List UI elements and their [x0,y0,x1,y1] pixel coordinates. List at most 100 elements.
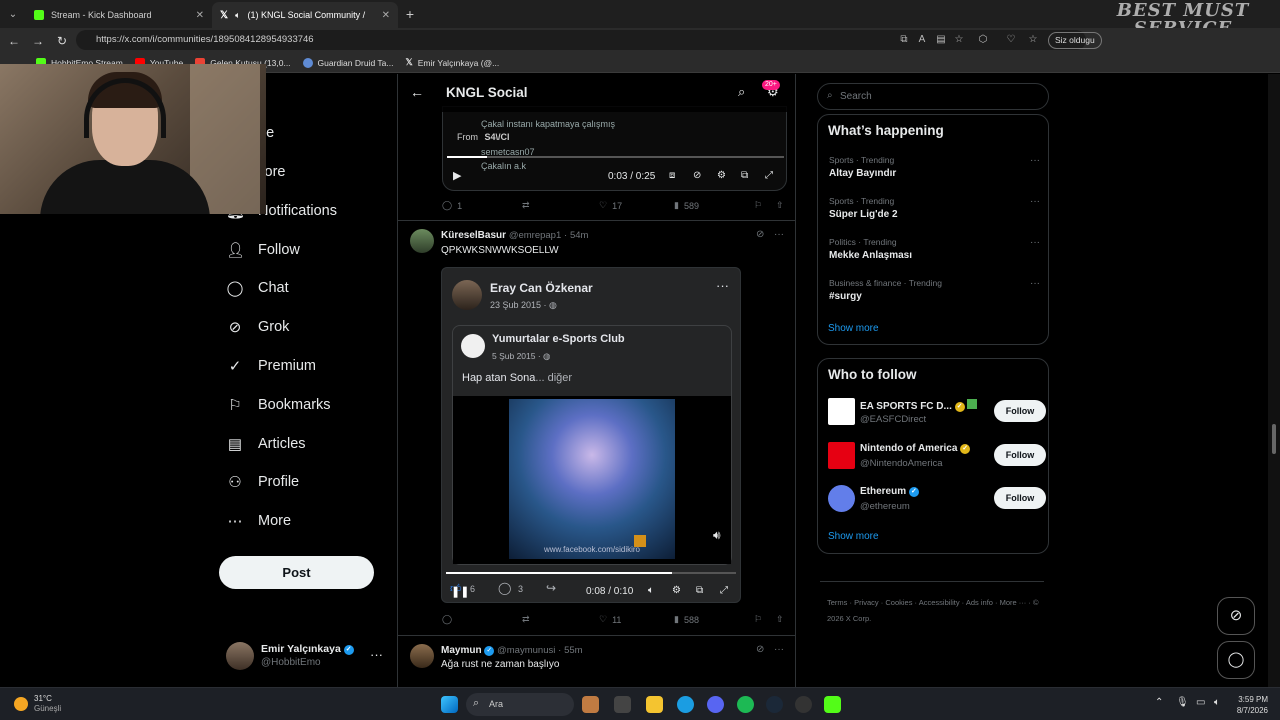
task-view-icon[interactable] [614,696,631,713]
footer-link[interactable]: Terms [827,598,847,607]
gear-icon[interactable]: ⚙ [717,170,726,181]
like-button[interactable]: ♡ 17 [599,200,674,211]
show-more-link[interactable]: Show more [828,531,879,542]
follow-button[interactable]: Follow [994,400,1046,422]
grok-floating-button[interactable]: ⊘ [1217,597,1255,635]
embedded-video[interactable]: Eray Can Özkenar 23 Şub 2015 · ◍ ··· Yum… [441,267,741,603]
views-button[interactable]: ▮ 588 [674,614,754,625]
avatar[interactable] [410,229,434,253]
gear-icon[interactable]: ⚙ [672,585,681,596]
fullscreen-icon[interactable]: ⤢ [720,585,728,596]
chat-floating-button[interactable]: ◯ [1217,641,1255,679]
nav-item-articles[interactable]: ▤ Articles [226,435,306,453]
footer-link[interactable]: Accessibility [919,598,960,607]
favorite-icon[interactable]: ☆ [952,33,966,47]
footer-link[interactable]: Ads info [966,598,993,607]
repost-button[interactable]: ⇄ [522,200,599,211]
new-tab-button[interactable]: + [398,6,422,22]
nav-item-grok[interactable]: ⊘ Grok [226,318,290,336]
chevron-up-icon[interactable]: ⌃ [1155,697,1163,708]
reply-button[interactable]: ◯ 1 [442,200,522,211]
reload-icon[interactable]: ↻ [50,34,74,48]
widgets-icon[interactable] [582,696,599,713]
more-icon[interactable]: ··· [1030,237,1040,248]
search-input[interactable]: ⌕ Search [817,83,1049,110]
video-progress-track[interactable] [447,156,784,158]
more-icon[interactable]: ··· [1030,155,1040,166]
page-scrollbar[interactable] [1268,74,1280,687]
more-icon[interactable]: ··· [1030,196,1040,207]
close-icon[interactable]: ✕ [196,10,204,21]
windows-start-icon[interactable] [441,696,458,713]
follow-suggestion[interactable]: Nintendo of America ✓ @NintendoAmerica F… [828,441,1046,471]
steam-icon[interactable] [766,696,783,713]
nav-item-bookmarks[interactable]: ⚐ Bookmarks [226,396,330,414]
pip-icon[interactable]: ⧉ [696,585,703,596]
reply-button[interactable]: ◯ [442,614,522,625]
grok-icon[interactable]: ⊘ [756,644,764,655]
bookmark-item[interactable]: 𝕏 Emir Yalçınkaya (@... [405,57,499,68]
kick-icon[interactable] [824,696,841,713]
volume-icon[interactable]: 🔈︎ [1214,697,1220,708]
file-explorer-icon[interactable] [646,696,663,713]
post-button[interactable]: Post [219,556,374,589]
more-icon[interactable]: ··· [370,647,383,662]
translate-icon[interactable]: A [915,33,929,47]
obs-icon[interactable] [795,696,812,713]
pip-icon[interactable]: ⧉ [741,170,748,181]
captions-icon[interactable]: ⧈ [669,170,675,181]
nav-item-follow[interactable]: 👤︎ Follow [226,241,300,259]
network-icon[interactable]: ▭ [1196,697,1205,708]
nav-item-chat[interactable]: ◯ Chat [226,279,289,297]
collections-icon[interactable]: ☆ [1026,33,1040,47]
grok-icon[interactable]: ⊘ [756,229,764,240]
reader-icon[interactable]: ▤ [934,33,948,47]
spotify-icon[interactable] [737,696,754,713]
author-name[interactable]: Maymun [441,645,482,656]
speaker-icon[interactable]: 🔈︎ [235,10,240,21]
footer-link[interactable]: More ··· [1000,598,1027,607]
microphone-icon[interactable]: 🎙︎ [1176,697,1189,708]
footer-link[interactable]: Cookies [885,598,912,607]
more-icon[interactable]: ··· [774,644,784,655]
author-name[interactable]: KüreselBasur [441,230,506,241]
search-icon[interactable]: ⌕ [738,84,745,100]
follow-suggestion[interactable]: Ethereum ✓ @ethereum Follow [828,484,1046,514]
play-icon[interactable]: ▶ [453,169,461,182]
account-switcher[interactable]: Emir Yalçınkaya ✓ @HobbitEmo ··· [226,641,386,673]
tab-kngl-social[interactable]: 𝕏 🔈︎ (1) KNGL Social Community / ✕ [212,2,398,28]
discord-icon[interactable] [707,696,724,713]
show-more-link[interactable]: Show more [828,323,879,334]
repost-button[interactable]: ⇄ [522,614,599,625]
taskbar-search[interactable]: ⌕ Ara [466,693,574,716]
tab-actions-button[interactable]: ⌄ [0,9,26,20]
bookmark-button[interactable]: ⚐ [754,200,776,211]
more-icon[interactable]: ··· [774,229,784,240]
nav-item-premium[interactable]: ✓ Premium [226,357,316,375]
nav-item-profile[interactable]: ⚇ Profile [226,473,299,491]
video-player[interactable]: Çakal instanı kapatmaya çalışmış semetca… [442,106,787,191]
follow-button[interactable]: Follow [994,487,1046,509]
close-icon[interactable]: ✕ [382,10,390,21]
views-button[interactable]: ▮ 589 [674,200,754,211]
trend-item[interactable]: Business & finance · Trending #surgy ··· [829,278,1044,302]
extensions-icon[interactable]: ⬡ [976,33,990,47]
trend-item[interactable]: Politics · Trending Mekke Anlaşması ··· [829,237,1044,261]
avatar[interactable] [410,644,434,668]
back-arrow-icon[interactable]: ← [410,84,424,100]
weather-widget[interactable]: 31°C Güneşli [34,694,61,714]
tab-kick-dashboard[interactable]: Stream - Kick Dashboard ✕ [26,2,212,28]
nav-item-more[interactable]: ⋯ More [226,512,292,530]
share-button[interactable]: ⇧ [776,200,784,211]
bookmark-item[interactable]: Guardian Druid Ta... [302,57,393,68]
back-icon[interactable]: ← [2,34,26,48]
mute-icon[interactable]: ⊘ [693,170,701,181]
more-icon[interactable]: ··· [1030,278,1040,289]
follow-button[interactable]: Follow [994,444,1046,466]
scrollbar-thumb[interactable] [1272,424,1276,454]
trend-item[interactable]: Sports · Trending Süper Lig'de 2 ··· [829,196,1044,220]
bookmark-button[interactable]: ⚐ [754,614,776,625]
forward-icon[interactable]: → [26,34,50,48]
screen-icon[interactable]: ⧉ [897,33,911,47]
trend-item[interactable]: Sports · Trending Altay Bayındır ··· [829,155,1044,179]
